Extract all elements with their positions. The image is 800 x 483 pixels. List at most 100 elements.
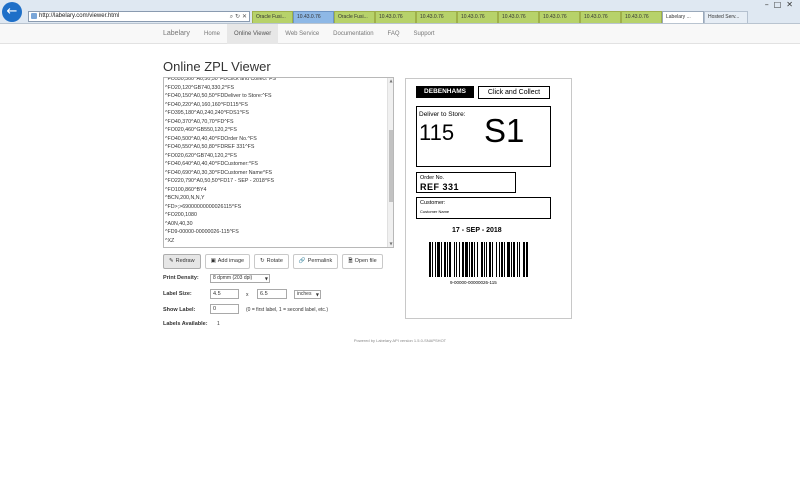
chevron-down-icon: ▼: [315, 292, 319, 297]
scroll-thumb[interactable]: [389, 130, 393, 202]
brand-link[interactable]: Labelary: [163, 24, 190, 44]
show-label-hint: (0 = first label, 1 = second label, etc.…: [246, 307, 328, 313]
browser-toolbar: ← http://labelary.com/viewer.html ⌕ ↻ ✕ …: [0, 0, 800, 24]
labels-available-value: 1: [217, 321, 220, 327]
permalink-button[interactable]: 🔗 Permalink: [292, 254, 339, 269]
zpl-line: ^FO020,620^GB740,120,2^FS: [165, 152, 237, 159]
unit-select[interactable]: inches ▼: [294, 290, 321, 299]
barcode-text: 9-00000-00000026-115: [450, 280, 497, 285]
search-refresh-icon[interactable]: ⌕ ↻ ✕: [230, 12, 247, 21]
print-density-select[interactable]: 8 dpmm (203 dpi) ▼: [210, 274, 270, 283]
scrollbar[interactable]: ▲ ▼: [387, 78, 393, 247]
zpl-line: ^FO40,550^A0,50,80^FDREF 331^FS: [165, 144, 255, 150]
zpl-line: ^XZ: [165, 237, 175, 244]
nav-faq[interactable]: FAQ: [381, 24, 407, 44]
open-file-button[interactable]: 🗎 Open file: [342, 254, 383, 269]
browser-tab[interactable]: 10.43.0.76: [498, 11, 539, 23]
store-number: 115: [419, 120, 455, 145]
nav-home[interactable]: Home: [197, 24, 227, 44]
redraw-label: Redraw: [175, 258, 195, 264]
browser-tab[interactable]: 10.43.0.76: [621, 11, 662, 23]
zpl-line: ^FO200,1080: [165, 212, 197, 218]
deliver-title: Deliver to Store:: [419, 111, 466, 118]
footer-text: Powered by Labelary API version 1.5.0-SN…: [353, 338, 447, 343]
zpl-line: ^FO395,180^A0,240,240^FDS1^FS: [165, 110, 249, 116]
click-collect-box: Click and Collect: [478, 86, 550, 99]
scroll-up-icon[interactable]: ▲: [388, 78, 393, 84]
label-size-label: Label Size:: [163, 291, 192, 297]
rotate-icon: ↻: [260, 258, 265, 264]
zpl-line: ^FO220,790^A0,50,50^FD17 - SEP - 2018^FS: [165, 178, 275, 184]
add-image-label: Add image: [217, 258, 245, 264]
zpl-line: ^FO40,150^A0,50,50^FDDeliver to Store:^F…: [165, 93, 272, 99]
zpl-line: ^FD>;>69000000000026115^FS: [165, 203, 242, 210]
barcode-image: [429, 242, 528, 277]
open-file-label: Open file: [354, 258, 377, 264]
customer-name: Customer Name: [420, 209, 450, 214]
unit-value: inches: [297, 291, 312, 297]
scroll-down-icon[interactable]: ▼: [388, 241, 393, 247]
nav-support[interactable]: Support: [407, 24, 442, 44]
print-density-value: 8 dpmm (203 dpi): [213, 275, 253, 281]
site-favicon-icon: [31, 13, 37, 19]
nav-menu: Home Online Viewer Web Service Documenta…: [197, 24, 442, 44]
file-icon: 🗎: [348, 258, 353, 264]
customer-title: Customer:: [420, 200, 446, 206]
store-code: S1: [484, 112, 525, 149]
show-label-label: Show Label:: [163, 307, 196, 313]
zpl-line: ^FO40,500^A0,40,40^FDOrder No.^FS: [165, 135, 257, 142]
zpl-line: ^FO40,370^A0,70,70^FD^FS: [165, 118, 234, 125]
size-separator: x: [246, 292, 249, 298]
window-controls-icon[interactable]: –□✕: [765, 0, 798, 9]
zpl-line: ^FO20,120^GB740,330,2^FS: [165, 84, 234, 91]
browser-tab[interactable]: 10.43.0.76: [375, 11, 416, 23]
site-navbar: Labelary Home Online Viewer Web Service …: [0, 24, 800, 44]
zpl-line: ^FO40,640^A0,40,40^FDCustomer:^FS: [165, 161, 258, 167]
order-ref: REF 331: [420, 182, 460, 192]
address-url: http://labelary.com/viewer.html: [39, 13, 120, 19]
print-density-label: Print Density:: [163, 275, 199, 281]
rotate-button[interactable]: ↻ Rotate: [254, 254, 289, 269]
label-height-input[interactable]: 6.5: [257, 289, 287, 299]
ship-date: 17 - SEP - 2018: [452, 227, 502, 234]
editor-toolbar: ✎ Redraw ▣ Add image ↻ Rotate 🔗 Permalink 🗎 O…: [163, 254, 383, 269]
store-name: DEBENHAMS: [416, 86, 474, 98]
order-title: Order No.: [420, 175, 445, 181]
zpl-code: ^FO530,300^A0,50,50^FDClick and Collect^…: [165, 78, 387, 245]
nav-documentation[interactable]: Documentation: [326, 24, 380, 44]
zpl-line: ^BCN,200,N,N,Y: [165, 195, 205, 201]
browser-tab[interactable]: Oracle Fusi...: [252, 11, 293, 23]
label-width-input[interactable]: 4.5: [210, 289, 239, 299]
zpl-line: ^A0N,40,30: [165, 220, 193, 227]
back-arrow-icon[interactable]: ←: [2, 2, 22, 22]
show-label-input[interactable]: 0: [210, 304, 239, 314]
labels-available-label: Labels Available:: [163, 321, 208, 327]
nav-web-service[interactable]: Web Service: [278, 24, 326, 44]
browser-tab-active[interactable]: Labelary ...: [662, 11, 704, 23]
zpl-line: ^FO40,690^A0,30,30^FDCustomer Name^FS: [165, 169, 273, 176]
zpl-line: ^FO100,860^BY4: [165, 186, 207, 193]
browser-tab[interactable]: 10.43.0.76: [293, 11, 334, 23]
permalink-label: Permalink: [307, 258, 333, 264]
browser-tab-strip: Oracle Fusi... 10.43.0.76 Oracle Fusi...…: [252, 11, 748, 23]
zpl-line: ^FD9-00000-00000026-115^FS: [165, 229, 239, 235]
address-bar[interactable]: http://labelary.com/viewer.html ⌕ ↻ ✕: [28, 11, 250, 22]
link-icon: 🔗: [298, 258, 306, 264]
browser-tab[interactable]: 10.43.0.76: [539, 11, 580, 23]
pencil-icon: ✎: [169, 258, 174, 264]
browser-tab[interactable]: 10.43.0.76: [416, 11, 457, 23]
rotate-label: Rotate: [266, 258, 283, 264]
image-icon: ▣: [210, 258, 216, 264]
nav-online-viewer[interactable]: Online Viewer: [227, 24, 279, 44]
add-image-button[interactable]: ▣ Add image: [204, 254, 251, 269]
browser-tab[interactable]: 10.43.0.76: [580, 11, 621, 23]
zpl-textarea[interactable]: ^FO530,300^A0,50,50^FDClick and Collect^…: [163, 77, 394, 248]
browser-tab[interactable]: 10.43.0.76: [457, 11, 498, 23]
zpl-line: ^FO020,460^GB550,120,2^FS: [165, 127, 237, 133]
zpl-line: ^FO40,220^A0,160,160^FD115^FS: [165, 101, 248, 108]
page-title: Online ZPL Viewer: [163, 59, 271, 74]
redraw-button[interactable]: ✎ Redraw: [163, 254, 201, 269]
chevron-down-icon: ▼: [264, 276, 268, 281]
browser-tab[interactable]: Oracle Fusi...: [334, 11, 375, 23]
browser-tab[interactable]: Hosted Serv...: [704, 11, 748, 23]
